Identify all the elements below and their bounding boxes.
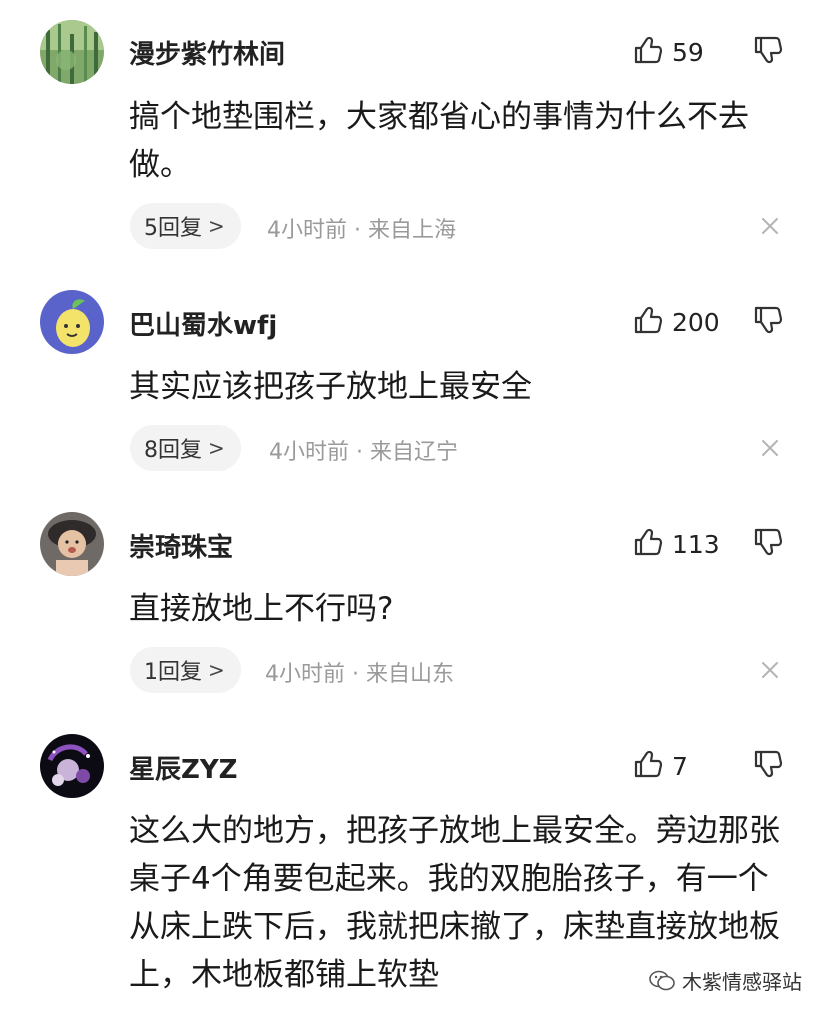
watermark-text: 木紫情感驿站: [682, 970, 802, 994]
avatar[interactable]: [40, 290, 104, 354]
close-button[interactable]: [759, 215, 781, 237]
like-count: 7: [672, 751, 688, 781]
thumbs-up-icon: [632, 34, 664, 70]
thumbs-down-icon: [752, 304, 784, 340]
reply-button[interactable]: 8回复 >: [130, 425, 241, 471]
avatar[interactable]: [40, 734, 104, 798]
username[interactable]: 崇琦珠宝: [129, 527, 233, 564]
close-icon: [759, 218, 781, 241]
thumbs-up-icon: [632, 748, 664, 784]
like-count: 113: [672, 529, 720, 559]
thumbs-up-icon: [632, 304, 664, 340]
chevron-right-icon: >: [208, 436, 225, 460]
dislike-button[interactable]: [750, 524, 786, 564]
reply-button[interactable]: 1回复 >: [130, 647, 241, 693]
dislike-button[interactable]: [750, 302, 786, 342]
like-button[interactable]: 200: [632, 302, 720, 342]
close-icon: [759, 440, 781, 463]
dislike-button[interactable]: [750, 32, 786, 72]
like-button[interactable]: 7: [632, 746, 688, 786]
like-button[interactable]: 59: [632, 32, 704, 72]
username[interactable]: 漫步紫竹林间: [129, 34, 285, 71]
avatar[interactable]: [40, 20, 104, 84]
username[interactable]: 巴山蜀水wfj: [129, 305, 277, 342]
reply-label: 1回复: [144, 660, 202, 685]
like-count: 59: [672, 37, 704, 67]
comment-meta: 4小时前 · 来自山东: [265, 662, 454, 687]
thumbs-down-icon: [752, 526, 784, 562]
wechat-icon: [648, 969, 676, 993]
avatar[interactable]: [40, 512, 104, 576]
close-button[interactable]: [759, 437, 781, 459]
dislike-button[interactable]: [750, 746, 786, 786]
comment-text: 搞个地垫围栏，大家都省心的事情为什么不去做。: [129, 99, 749, 183]
reply-label: 8回复: [144, 438, 202, 463]
username[interactable]: 星辰ZYZ: [129, 749, 238, 786]
close-button[interactable]: [759, 659, 781, 681]
chevron-right-icon: >: [208, 214, 225, 238]
thumbs-down-icon: [752, 34, 784, 70]
close-icon: [759, 662, 781, 685]
comment-meta: 4小时前 · 来自辽宁: [269, 440, 458, 465]
like-count: 200: [672, 307, 720, 337]
chevron-right-icon: >: [208, 658, 225, 682]
reply-button[interactable]: 5回复 >: [130, 203, 241, 249]
watermark: 木紫情感驿站: [648, 966, 802, 995]
thumbs-down-icon: [752, 748, 784, 784]
reply-label: 5回复: [144, 216, 202, 241]
thumbs-up-icon: [632, 526, 664, 562]
comment-text: 直接放地上不行吗?: [129, 591, 394, 627]
comment-text: 其实应该把孩子放地上最安全: [129, 369, 532, 405]
like-button[interactable]: 113: [632, 524, 720, 564]
comment-meta: 4小时前 · 来自上海: [267, 218, 456, 243]
